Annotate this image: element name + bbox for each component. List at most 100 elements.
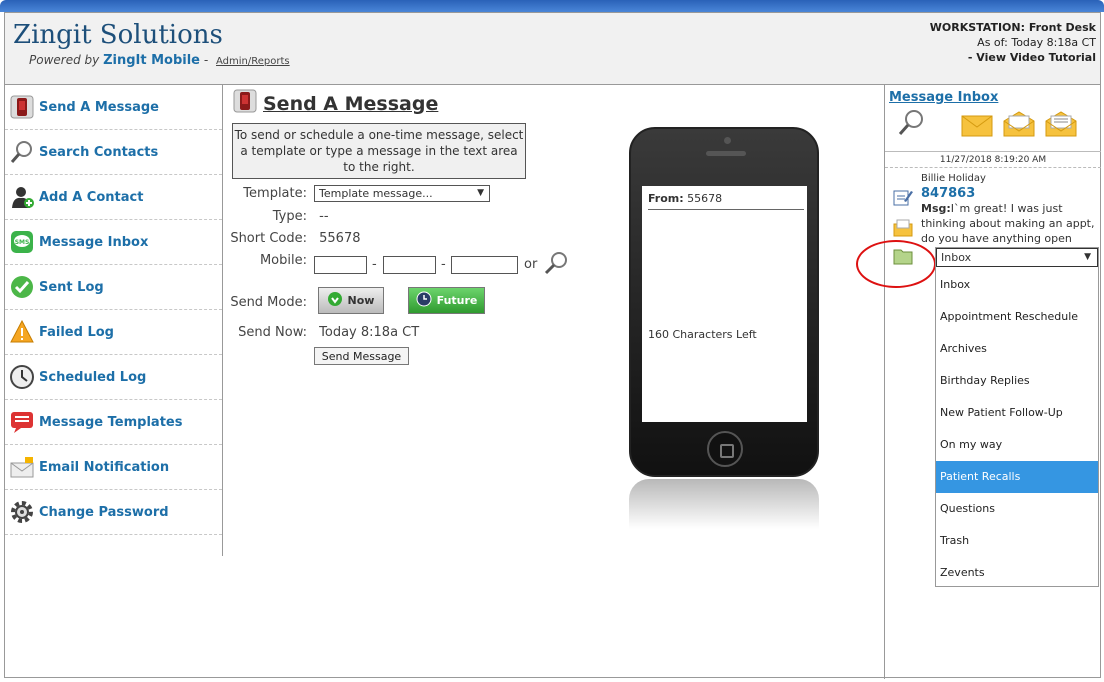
brand-title: Zingit Solutions <box>13 20 223 50</box>
folder-option[interactable]: On my way <box>936 429 1098 461</box>
characters-left: 160 Characters Left <box>648 328 757 341</box>
sendmode-row: Send Mode: <box>223 295 307 310</box>
mobile-row: Mobile: <box>223 253 307 268</box>
folder-option-highlighted[interactable]: Patient Recalls <box>936 461 1098 493</box>
sidebar-item-search-contacts[interactable]: Search Contacts <box>5 130 222 175</box>
folder-select-value: Inbox <box>941 251 972 264</box>
sendmode-label: Send Mode: <box>230 295 307 310</box>
chevron-down-icon: ▼ <box>1084 252 1091 262</box>
shortcode-label: Short Code: <box>230 231 307 246</box>
folder-option[interactable]: Trash <box>936 525 1098 557</box>
mobile-dash: - <box>372 257 377 272</box>
folder-option[interactable]: New Patient Follow-Up <box>936 397 1098 429</box>
powered-brand: ZingIt Mobile <box>103 53 201 68</box>
admin-reports-link[interactable]: Admin/Reports <box>216 56 290 67</box>
mobile-label: Mobile: <box>259 253 307 268</box>
template-row: Template: <box>223 186 307 201</box>
from-line: From: 55678 <box>648 192 804 210</box>
folder-select[interactable]: Inbox ▼ <box>936 248 1098 267</box>
phone-icon <box>9 94 35 120</box>
msg-label: Msg: <box>921 202 951 215</box>
inbox-title[interactable]: Message Inbox <box>889 90 998 105</box>
mobile-or: or <box>524 257 538 272</box>
folder-option[interactable]: Archives <box>936 333 1098 365</box>
from-value: 55678 <box>687 192 723 205</box>
folder-option[interactable]: Birthday Replies <box>936 365 1098 397</box>
envelope-read-icon[interactable] <box>1045 111 1077 141</box>
sidebar-item-send-message[interactable]: Send A Message <box>5 85 222 130</box>
powered-by: Powered by ZingIt Mobile - Admin/Reports <box>29 53 290 68</box>
now-label: Now <box>347 294 375 307</box>
sidebar-item-scheduled-log[interactable]: Scheduled Log <box>5 355 222 400</box>
sidebar-item-email-notification[interactable]: Email Notification <box>5 445 222 490</box>
sendnow-value: Today 8:18a CT <box>319 325 420 340</box>
header: Zingit Solutions Powered by ZingIt Mobil… <box>5 13 1100 85</box>
sidebar-item-change-password[interactable]: Change Password <box>5 490 222 535</box>
down-arrow-icon <box>327 292 342 309</box>
magnifier-icon[interactable] <box>897 109 925 141</box>
svg-text:SMS: SMS <box>15 239 30 246</box>
main-panel: Send A Message To send or schedule a one… <box>223 85 883 679</box>
envelope-open-icon[interactable] <box>1003 111 1035 141</box>
as-of-time: As of: Today 8:18a CT <box>977 36 1096 49</box>
clock-icon <box>9 364 35 390</box>
sidebar-item-label: Search Contacts <box>39 144 159 160</box>
type-value: -- <box>319 209 329 224</box>
sidebar-item-failed-log[interactable]: Failed Log <box>5 310 222 355</box>
sidebar-item-label: Failed Log <box>39 324 114 340</box>
window-top-bar <box>0 0 1104 12</box>
phone-camera <box>724 137 731 144</box>
gear-icon <box>9 499 35 525</box>
phone-speaker <box>706 151 746 156</box>
compose-icon[interactable] <box>893 187 913 211</box>
sidebar-item-label: Change Password <box>39 504 169 520</box>
send-message-button[interactable]: Send Message <box>314 347 409 365</box>
now-button[interactable]: Now <box>318 287 384 314</box>
phone-reflection <box>629 479 819 529</box>
future-label: Future <box>436 294 478 307</box>
folder-option[interactable]: Zevents <box>936 557 1098 589</box>
page-title: Send A Message <box>233 89 438 118</box>
sidebar-item-add-contact[interactable]: Add A Contact <box>5 175 222 220</box>
phone-icon <box>233 89 257 118</box>
workstation-info: WORKSTATION: Front Desk As of: Today 8:1… <box>896 20 1096 65</box>
folder-option[interactable]: Appointment Reschedule <box>936 301 1098 333</box>
template-label: Template: <box>243 186 307 201</box>
type-label: Type: <box>272 209 307 224</box>
mobile-area-input[interactable] <box>314 256 367 274</box>
phone-screen[interactable]: From: 55678 160 Characters Left <box>642 186 807 422</box>
folder-dropdown[interactable]: Inbox ▼ Inbox Appointment Reschedule Arc… <box>935 247 1099 587</box>
page-title-text: Send A Message <box>263 92 439 115</box>
sidebar-item-label: Message Inbox <box>39 234 149 250</box>
powered-prefix: Powered by <box>29 53 100 67</box>
mobile-dash: - <box>441 257 446 272</box>
folder-option[interactable]: Inbox <box>936 269 1098 301</box>
mobile-prefix-input[interactable] <box>383 256 436 274</box>
warning-icon <box>9 319 35 345</box>
sendnow-label: Send Now: <box>238 325 307 340</box>
template-select[interactable]: Template message... ▼ <box>314 185 490 202</box>
sidebar-item-message-templates[interactable]: Message Templates <box>5 400 222 445</box>
envelope-closed-icon[interactable] <box>961 115 993 141</box>
sidebar-item-label: Sent Log <box>39 279 104 295</box>
clock-icon <box>416 291 432 310</box>
envelope-icon[interactable] <box>893 219 913 241</box>
sendnow-row: Send Now: Today 8:18a CT <box>223 325 419 340</box>
from-label: From: <box>648 192 684 205</box>
folder-option[interactable]: Questions <box>936 493 1098 525</box>
sidebar-item-message-inbox[interactable]: SMS Message Inbox <box>5 220 222 265</box>
sms-icon: SMS <box>9 229 35 255</box>
shortcode-row: Short Code: 55678 <box>223 231 360 246</box>
instructions-box: To send or schedule a one-time message, … <box>232 123 526 179</box>
sidebar-item-sent-log[interactable]: Sent Log <box>5 265 222 310</box>
check-icon <box>9 274 35 300</box>
mobile-line-input[interactable] <box>451 256 518 274</box>
message-preview[interactable]: Billie Holiday 847863 Msg:I`m great! I w… <box>921 171 1103 255</box>
future-button[interactable]: Future <box>408 287 485 314</box>
sidebar-item-label: Email Notification <box>39 459 170 475</box>
envelope-icon <box>9 454 35 480</box>
search-contact-icon[interactable] <box>543 250 569 280</box>
sidebar-item-label: Send A Message <box>39 99 159 115</box>
contact-number[interactable]: 847863 <box>921 186 1103 201</box>
video-tutorial-link[interactable]: - View Video Tutorial <box>896 50 1096 65</box>
